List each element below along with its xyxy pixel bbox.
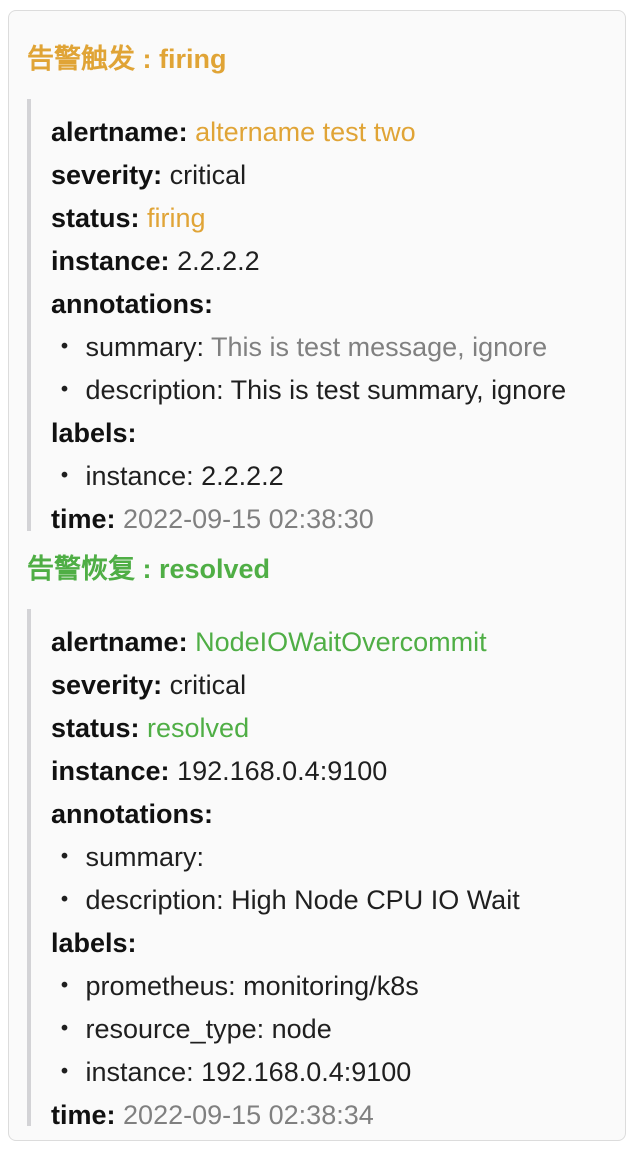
severity-label: severity: [51,670,163,700]
time-label: time: [51,504,116,534]
time-row: time: 2022-09-15 02:38:30 [51,502,374,536]
label-value: 192.168.0.4:9100 [201,1057,412,1087]
alertname-value: altername test two [195,117,416,147]
instance-label: instance: [51,756,170,786]
annotation-summary-row: ・ summary: [51,840,204,874]
bullet-icon: ・ [51,885,78,915]
time-label: time: [51,1100,116,1130]
label-value: monitoring/k8s [243,971,419,1001]
status-value: firing [147,203,206,233]
severity-row: severity: critical [51,668,246,702]
time-value: 2022-09-15 02:38:30 [123,504,374,534]
alertname-row: alertname: NodeIOWaitOvercommit [51,625,487,659]
status-value: resolved [147,713,250,743]
bullet-icon: ・ [51,971,78,1001]
annotation-value: High Node CPU IO Wait [231,885,520,915]
alertname-value: NodeIOWaitOvercommit [195,627,487,657]
severity-label: severity: [51,160,163,190]
bullet-icon: ・ [51,842,78,872]
status-label: status: [51,203,140,233]
bullet-icon: ・ [51,332,78,362]
labels-label: labels: [51,928,137,958]
firing-alert-block: alertname: altername test two severity: … [27,99,607,534]
annotation-key: description: [85,885,224,915]
annotations-label: annotations: [51,289,213,319]
alertname-label: alertname: [51,627,188,657]
instance-label: instance: [51,246,170,276]
alert-message-card: 告警触发 : firing alertname: altername test … [8,10,626,1141]
label-key: instance: [85,1057,194,1087]
bullet-icon: ・ [51,461,78,491]
annotation-value: This is test summary, ignore [230,375,567,405]
annotations-heading: annotations: [51,287,213,321]
label-prometheus-row: ・ prometheus: monitoring/k8s [51,969,419,1003]
status-label: status: [51,713,140,743]
label-resource-type-row: ・ resource_type: node [51,1012,332,1046]
annotation-key: summary: [85,332,205,362]
annotation-description-row: ・ description: This is test summary, ign… [51,373,566,407]
resolved-section-title: 告警恢复 : resolved [27,554,271,584]
label-instance-row: ・ instance: 2.2.2.2 [51,459,284,493]
annotation-key: summary: [85,842,205,872]
label-key: prometheus: [85,971,236,1001]
annotations-heading: annotations: [51,797,213,831]
status-row: status: resolved [51,711,249,745]
instance-row: instance: 2.2.2.2 [51,244,260,278]
annotation-value: This is test message, ignore [211,332,548,362]
annotations-label: annotations: [51,799,213,829]
severity-value: critical [169,670,247,700]
instance-value: 192.168.0.4:9100 [177,756,388,786]
instance-row: instance: 192.168.0.4:9100 [51,754,387,788]
label-key: resource_type: [85,1014,265,1044]
labels-label: labels: [51,418,137,448]
time-row: time: 2022-09-15 02:38:34 [51,1098,374,1132]
bullet-icon: ・ [51,375,78,405]
alertname-row: alertname: altername test two [51,115,416,149]
label-value: node [271,1014,332,1044]
label-instance-row: ・ instance: 192.168.0.4:9100 [51,1055,411,1089]
annotation-description-row: ・ description: High Node CPU IO Wait [51,883,520,917]
label-key: instance: [85,461,194,491]
firing-section-title: 告警触发 : firing [27,44,227,74]
severity-row: severity: critical [51,158,246,192]
alertname-label: alertname: [51,117,188,147]
annotation-key: description: [85,375,224,405]
bullet-icon: ・ [51,1057,78,1087]
time-value: 2022-09-15 02:38:34 [123,1100,374,1130]
annotation-summary-row: ・ summary: This is test message, ignore [51,330,547,364]
resolved-alert-block: alertname: NodeIOWaitOvercommit severity… [27,609,607,1130]
labels-heading: labels: [51,416,137,450]
status-row: status: firing [51,201,206,235]
severity-value: critical [169,160,247,190]
instance-value: 2.2.2.2 [177,246,260,276]
bullet-icon: ・ [51,1014,78,1044]
labels-heading: labels: [51,926,137,960]
label-value: 2.2.2.2 [201,461,284,491]
